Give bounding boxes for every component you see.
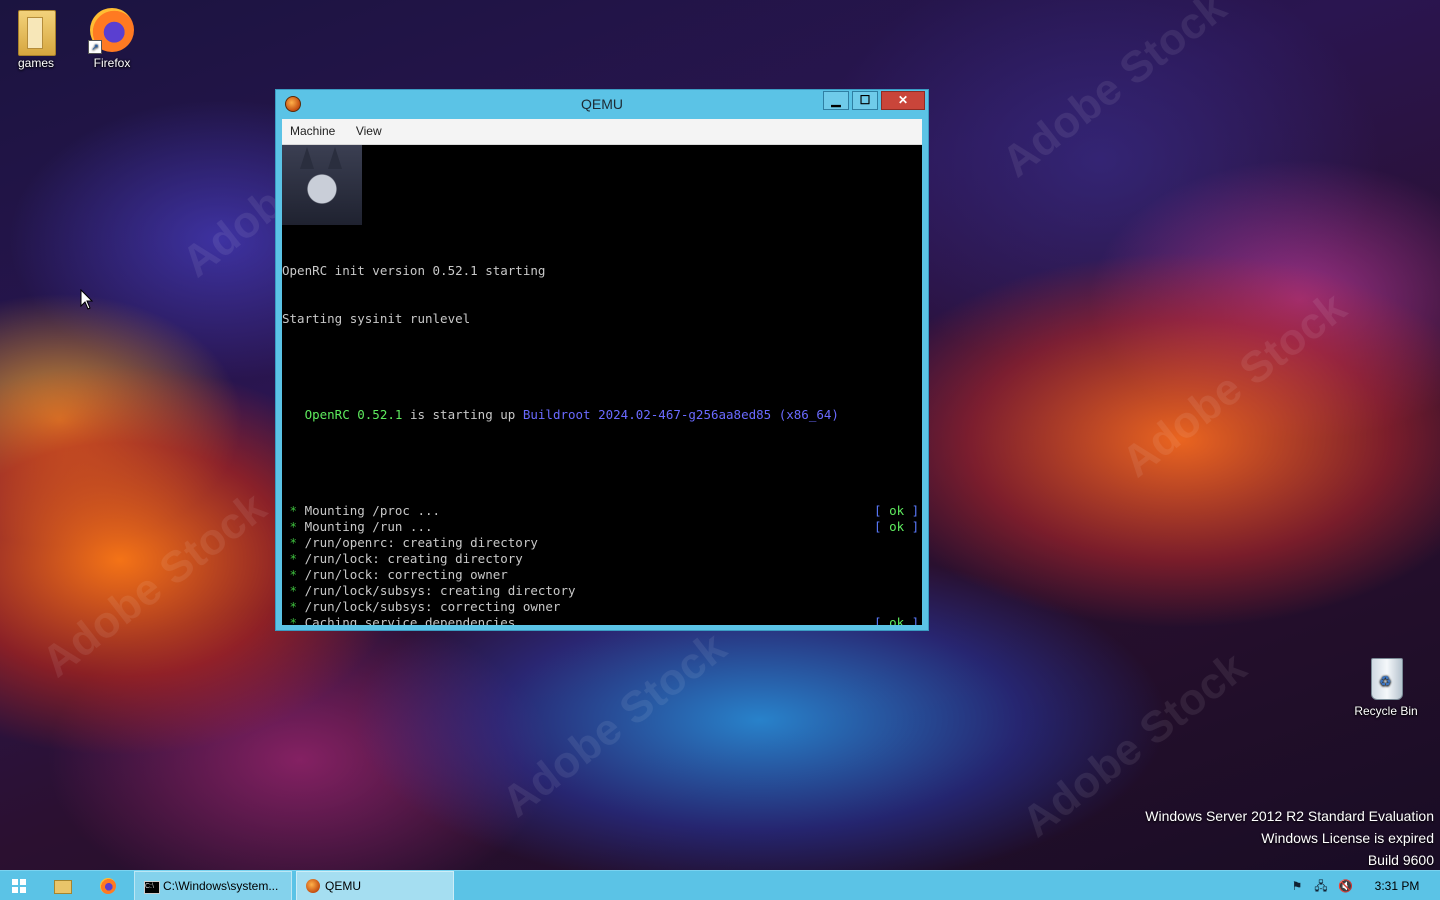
menu-view[interactable]: View [348,119,390,144]
banner-indent [282,407,305,422]
mouse-cursor-icon [80,289,94,310]
qemu-icon [306,879,320,893]
status-star: * [282,535,305,550]
ok-label: ok [889,615,905,625]
ok-label: ok [889,503,905,518]
watermark: Adobe Stock [33,482,276,687]
log-message: /run/lock/subsys: creating directory [304,583,576,598]
edition-text: Windows Server 2012 R2 Standard Evaluati… [1145,808,1434,824]
minimize-button[interactable]: ▁ [823,91,849,110]
ok-status: [ ok ] [874,503,920,518]
desktop-icon-label: Recycle Bin [1354,704,1418,718]
title-bar[interactable]: QEMU ▁ ☐ ✕ [276,90,928,118]
vm-display[interactable]: OpenRC init version 0.52.1 starting Star… [282,145,922,625]
banner-system: Buildroot 2024.02-467-g256aa8ed85 (x86_6… [522,407,839,422]
desktop-icon-label: games [17,56,55,70]
watermark: Adobe Stock [493,622,736,827]
taskbar: C:\ C:\Windows\system... QEMU ⚑ 🖧 🔇 3:31… [0,870,1440,900]
log-message: /run/lock: creating directory [304,551,523,566]
firefox-icon: ↗ [88,6,136,54]
build-text: Build 9600 [1367,852,1434,868]
firefox-pin[interactable] [88,871,128,900]
desktop: Adobe Stock Adobe Stock Adobe Stock Adob… [0,0,1440,900]
log-message: Mounting /proc ... [304,503,441,518]
menu-machine[interactable]: Machine [282,119,343,144]
terminal-line: * /run/lock: creating directory [282,551,922,567]
status-star: * [282,503,305,518]
boot-logo-image [282,145,362,225]
desktop-icon-label: Firefox [93,56,131,70]
file-explorer-pin[interactable] [42,871,82,900]
taskbar-item-label: C:\Windows\system... [163,879,279,893]
log-message: /run/lock/subsys: correcting owner [304,599,561,614]
log-message: Caching service dependencies ... [304,615,546,625]
close-button[interactable]: ✕ [881,91,925,110]
status-star: * [282,583,305,598]
windows-logo-icon [12,879,26,893]
recycle-bin-icon [1362,654,1410,702]
terminal-line: * Mounting /run ... [ ok ] [282,519,922,535]
action-center-flag-icon[interactable]: ⚑ [1290,879,1304,893]
ok-status: [ ok ] [874,615,919,625]
openrc-banner: OpenRC 0.52.1 is starting up Buildroot 2… [282,407,922,423]
banner-name: OpenRC 0.52.1 [304,407,403,422]
terminal-line: OpenRC init version 0.52.1 starting [282,263,546,278]
volume-muted-icon[interactable]: 🔇 [1338,879,1353,893]
folder-icon [12,6,60,56]
desktop-icon-recycle-bin[interactable]: Recycle Bin [1350,654,1422,718]
file-explorer-icon [54,880,72,894]
license-status-text: Windows License is expired [1261,830,1434,846]
terminal-line: * /run/openrc: creating directory [282,535,922,551]
status-star: * [282,599,305,614]
log-message: Mounting /run ... [304,519,433,534]
ok-status: [ ok ] [874,519,920,534]
watermark: Adobe Stock [1113,282,1356,487]
firefox-icon [100,878,116,894]
desktop-icon-games[interactable]: games [0,6,72,70]
taskbar-item-qemu[interactable]: QEMU [296,871,454,900]
terminal-line: * Caching service dependencies ... [ ok ] [282,615,922,625]
status-star: * [282,615,305,625]
terminal-output: OpenRC init version 0.52.1 starting Star… [282,231,922,625]
banner-middle: is starting up [402,407,523,422]
windows-license-notice: Windows Server 2012 R2 Standard Evaluati… [1145,805,1434,871]
boot-log: * Mounting /proc ... [ ok ] * Mounting /r… [282,503,922,625]
start-button[interactable] [0,871,38,900]
terminal-line: * /run/lock/subsys: creating directory [282,583,922,599]
log-message: /run/lock: correcting owner [304,567,508,582]
status-star: * [282,519,305,534]
shortcut-arrow-icon: ↗ [88,40,102,54]
status-star: * [282,551,305,566]
terminal-line: Starting sysinit runlevel [282,311,471,326]
maximize-button[interactable]: ☐ [852,91,878,110]
qemu-window[interactable]: QEMU ▁ ☐ ✕ Machine View OpenRC init vers… [275,89,929,631]
network-icon[interactable]: 🖧 [1314,879,1328,893]
terminal-line: * /run/lock/subsys: correcting owner [282,599,922,615]
terminal-line: * /run/lock: correcting owner [282,567,922,583]
taskbar-item-label: QEMU [325,879,361,893]
watermark: Adobe Stock [993,0,1236,187]
ok-label: ok [889,519,905,534]
clock[interactable]: 3:31 PM [1362,871,1432,900]
log-message: /run/openrc: creating directory [304,535,538,550]
desktop-icon-firefox[interactable]: ↗ Firefox [76,6,148,70]
status-star: * [282,567,305,582]
menu-bar: Machine View [282,119,922,145]
terminal-line: * Mounting /proc ... [ ok ] [282,503,922,519]
cmd-icon: C:\ [144,881,160,894]
taskbar-item-cmd[interactable]: C:\ C:\Windows\system... [134,871,292,900]
